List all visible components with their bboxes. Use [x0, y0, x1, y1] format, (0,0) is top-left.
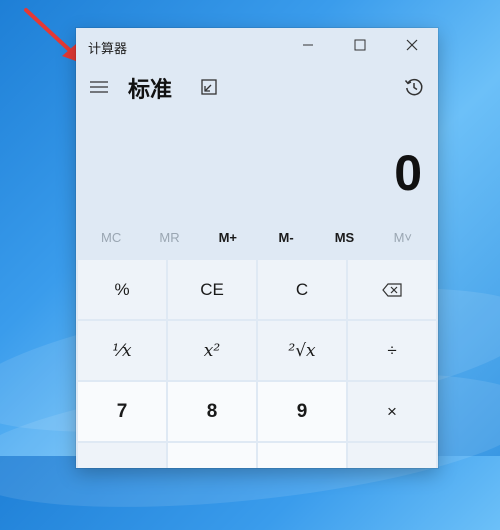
maximize-icon	[354, 39, 366, 51]
title-bar[interactable]: 计算器	[76, 28, 438, 62]
memory-list-button[interactable]: M˅	[378, 230, 428, 245]
digit-7-button[interactable]: 7	[78, 382, 166, 441]
square-button[interactable]: x²	[168, 321, 256, 380]
history-button[interactable]	[402, 75, 426, 99]
digit-8-button[interactable]: 8	[168, 382, 256, 441]
result-display: 0	[394, 145, 422, 201]
memory-row: MC MR M+ M- MS M˅	[76, 230, 438, 245]
memory-store-button[interactable]: MS	[319, 230, 369, 245]
calculator-window: 计算器 标准 0 MC MR M+ M- MS M˅ % CE C ¹⁄x x²…	[76, 28, 438, 468]
reciprocal-button[interactable]: ¹⁄x	[78, 321, 166, 380]
window-title: 计算器	[88, 42, 128, 57]
maximize-button[interactable]	[334, 28, 386, 62]
square-label: x²	[203, 340, 221, 361]
clear-button[interactable]: C	[258, 260, 346, 319]
close-icon	[406, 39, 418, 51]
memory-recall-button[interactable]: MR	[144, 230, 194, 245]
history-icon	[404, 78, 423, 96]
memory-subtract-button[interactable]: M-	[261, 230, 311, 245]
keep-on-top-button[interactable]	[198, 76, 220, 98]
hamburger-icon	[90, 81, 108, 93]
square-root-button[interactable]: ²√x	[258, 321, 346, 380]
digit-9-button[interactable]: 9	[258, 382, 346, 441]
minimize-icon	[303, 44, 313, 46]
minimize-button[interactable]	[282, 28, 334, 62]
divide-button[interactable]: ÷	[348, 321, 436, 380]
keep-on-top-icon	[201, 79, 217, 95]
clear-entry-button[interactable]: CE	[168, 260, 256, 319]
square-root-label: ²√x	[288, 340, 316, 361]
navigation-menu-button[interactable]	[86, 74, 112, 100]
multiply-button[interactable]: ×	[348, 382, 436, 441]
memory-add-button[interactable]: M+	[203, 230, 253, 245]
memory-clear-button[interactable]: MC	[86, 230, 136, 245]
reciprocal-label: ¹⁄x	[112, 340, 132, 361]
close-button[interactable]	[386, 28, 438, 62]
mode-title: 标准	[128, 78, 173, 103]
keypad: % CE C ¹⁄x x² ²√x ÷ 7 8 9 ×	[78, 260, 436, 468]
backspace-button[interactable]	[348, 260, 436, 319]
calculator-header: 标准	[76, 62, 438, 112]
backspace-icon	[382, 282, 402, 297]
percent-button[interactable]: %	[78, 260, 166, 319]
